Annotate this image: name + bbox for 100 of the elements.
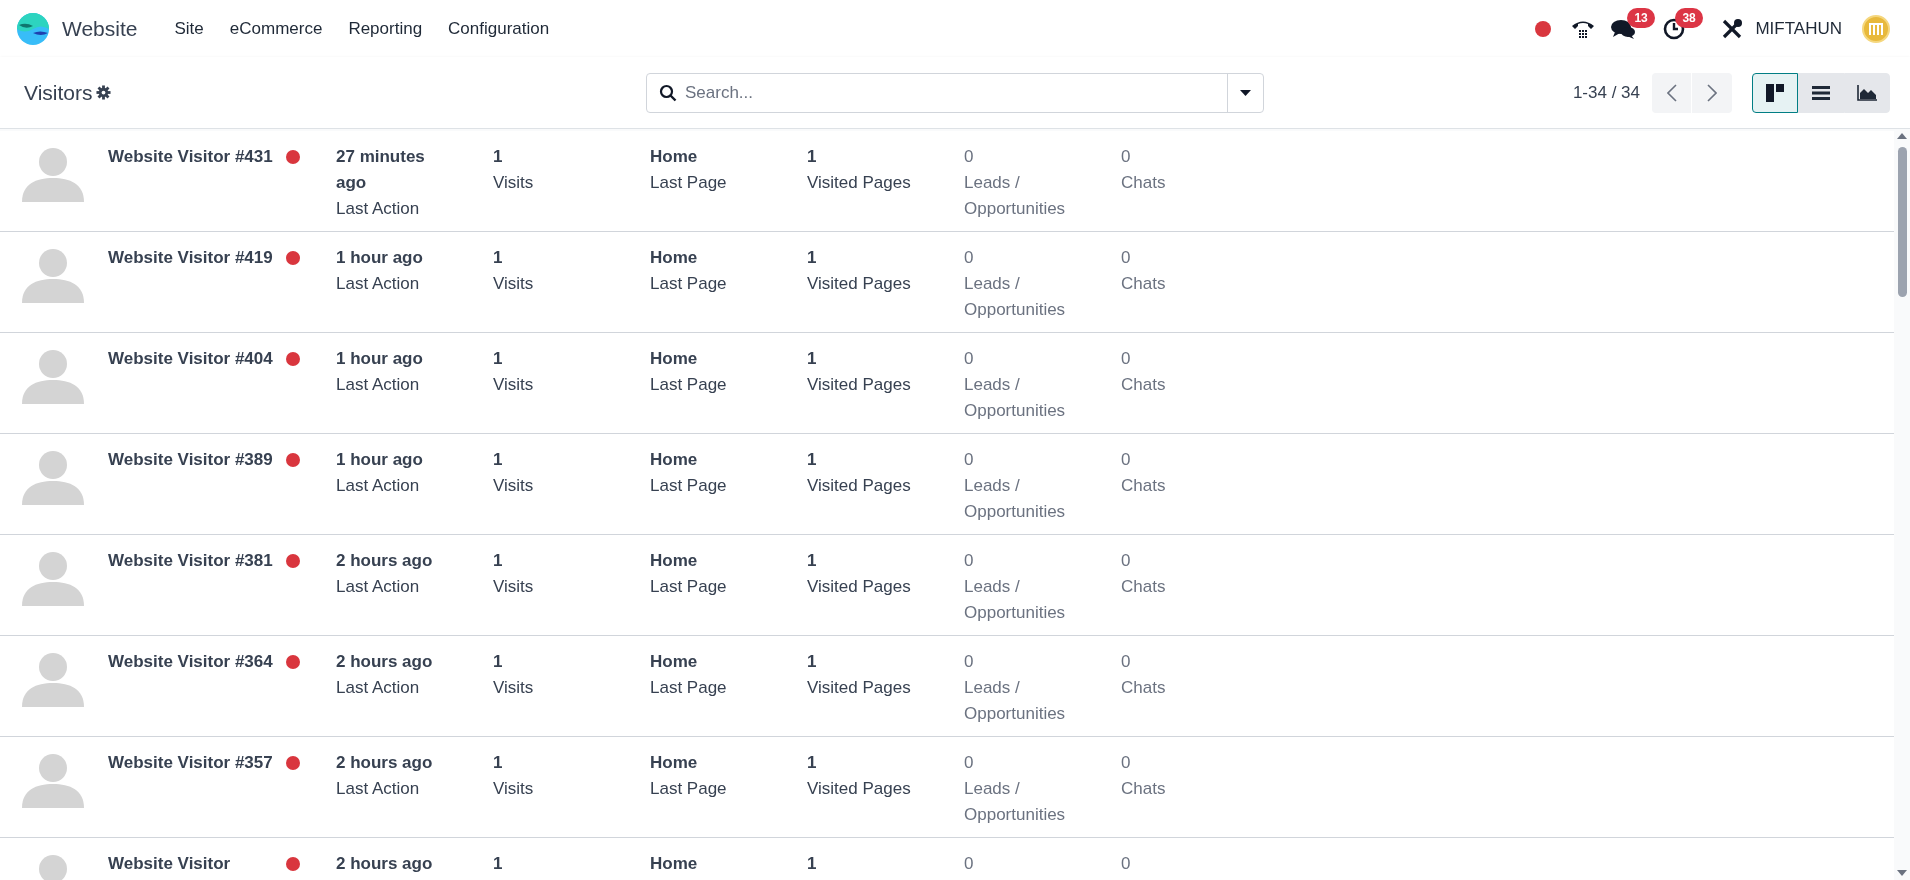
stat-label: Last Action (336, 198, 421, 220)
stat-label: Leads / Opportunities (964, 172, 1067, 220)
stat-value: 1 (493, 348, 504, 370)
stat-value: 1 (493, 752, 504, 774)
scroll-up-icon[interactable] (1897, 133, 1907, 139)
view-switch-button[interactable] (1752, 72, 1798, 113)
stat-value: 0 (1121, 853, 1132, 875)
search-input[interactable]: Search... (685, 79, 1227, 106)
stat-value: 1 (807, 550, 818, 572)
list-icon (1812, 85, 1830, 100)
tools-icon[interactable] (1721, 17, 1744, 40)
stat-value: 0 (1121, 348, 1132, 370)
stat-value: 27 minutes ago (336, 146, 426, 194)
visitor-name: Website Visitor #419 (108, 247, 274, 269)
stat-value: 1 (493, 550, 504, 572)
stat-value: Home (650, 550, 699, 572)
stat-label: Last Action (336, 677, 421, 699)
stat-label: Last Action (336, 475, 421, 497)
stat-label: Last Page (650, 778, 728, 800)
app-logo-icon (16, 11, 50, 46)
stat-label: Last Page (650, 374, 728, 396)
scrollbar-thumb[interactable] (1897, 147, 1907, 297)
visitor-card[interactable]: Website Visitor #389 1 hour ago Last Action 1 Visits Home Last Page 1 Visited Pages 0 Leads / Opportunities 0 Chats (0, 434, 1894, 535)
stat-value: 1 hour ago (336, 348, 424, 370)
visitor-card[interactable]: Website Visitor #381 2 hours ago Last Action 1 Visits Home Last Page 1 Visited Pages 0 Leads / Opportunities 0 Chats (0, 535, 1894, 636)
stat-value: 0 (964, 146, 975, 168)
notification-badge: 13 (1627, 7, 1655, 28)
visitor-card[interactable]: Website Visitor #431 27 minutes ago Last Action 1 Visits Home Last Page 1 Visited Pages 0 Leads / Opportunities 0 Chats (0, 131, 1894, 232)
stat-value: 1 hour ago (336, 247, 424, 269)
visitor-name: Website Visitor #381 (108, 550, 274, 572)
stat-value: Home (650, 449, 699, 471)
stat-value: 0 (964, 550, 975, 572)
stat-label: Visits (493, 475, 535, 497)
stat-value: Home (650, 651, 699, 673)
stat-value: 1 (807, 449, 818, 471)
stat-value: 1 (807, 752, 818, 774)
stat-value: 0 (1121, 550, 1132, 572)
menu-item[interactable]: eCommerce (216, 11, 336, 46)
stat-label: Visited Pages (807, 273, 912, 295)
stat-label: Last Page (650, 677, 728, 699)
stat-label: Visits (493, 576, 535, 598)
stat-label: Chats (1121, 576, 1167, 598)
stat-label: Leads / Opportunities (964, 576, 1067, 624)
stat-label: Last Action (336, 576, 421, 598)
menu-item[interactable]: Site (161, 11, 217, 46)
stat-label: Leads / Opportunities (964, 374, 1067, 422)
stat-value: Home (650, 348, 699, 370)
notification-badge: 38 (1675, 7, 1703, 28)
visitor-card[interactable]: Website Visitor #404 1 hour ago Last Action 1 Visits Home Last Page 1 Visited Pages 0 Leads / Opportunities 0 Chats (0, 333, 1894, 434)
stat-value: 0 (964, 853, 975, 875)
chevron-right-icon (1707, 83, 1717, 102)
page-title: Visitors (24, 79, 93, 106)
search-icon (659, 83, 677, 102)
stat-label: Visits (493, 778, 535, 800)
stat-value: 1 (493, 247, 504, 269)
menu-item[interactable]: Reporting (335, 11, 436, 46)
chevron-left-icon (1666, 83, 1677, 102)
stat-label: Visited Pages (807, 677, 912, 699)
scroll-down-icon[interactable] (1897, 870, 1907, 876)
visitor-card[interactable]: Website Visitor #357 2 hours ago Last Action 1 Visits Home Last Page 1 Visited Pages 0 Leads / Opportunities 0 Chats (0, 737, 1894, 838)
stat-label: Last Action (336, 778, 421, 800)
search-field[interactable]: Search... (646, 72, 1264, 113)
stat-value: 1 hour ago (336, 449, 424, 471)
user-name[interactable]: MIFTAHUN (1755, 15, 1842, 42)
stat-value: 1 (807, 146, 818, 168)
area-chart-icon (1857, 84, 1877, 101)
stat-label: Last Action (336, 273, 421, 295)
stat-value: 1 (807, 853, 818, 875)
avatar-letter-icon (1869, 22, 1883, 35)
stat-label: Chats (1121, 475, 1167, 497)
stat-label: Chats (1121, 374, 1167, 396)
stat-value: 1 (807, 247, 818, 269)
stat-value: 1 (807, 651, 818, 673)
stat-label: Visited Pages (807, 778, 912, 800)
visitor-name: Website Visitor #431 (108, 146, 274, 168)
stat-label: Last Page (650, 475, 728, 497)
visitor-card[interactable]: Website Visitor #364 2 hours ago Last Action 1 Visits Home Last Page 1 Visited Pages 0 Leads / Opportunities 0 Chats (0, 636, 1894, 737)
stat-label: Visits (493, 273, 535, 295)
stat-label: Visited Pages (807, 475, 912, 497)
visitor-card[interactable]: Website Visitor 2 hours ago 1 Home 1 0 0 (0, 838, 1894, 880)
stat-value: 1 (493, 853, 504, 875)
stat-value: Home (650, 247, 699, 269)
stat-value: 0 (964, 348, 975, 370)
stat-value: 0 (1121, 651, 1132, 673)
stat-label: Visits (493, 374, 535, 396)
stat-label: Visits (493, 677, 535, 699)
stat-label: Leads / Opportunities (964, 778, 1067, 826)
stat-label: Last Page (650, 172, 728, 194)
app-name[interactable]: Website (62, 12, 138, 45)
stat-value: 0 (1121, 247, 1132, 269)
settings-icon[interactable] (96, 85, 112, 100)
stat-value: 0 (964, 247, 975, 269)
menu-item[interactable]: Configuration (435, 11, 563, 46)
visitor-name: Website Visitor #364 (108, 651, 274, 673)
visitor-name: Website Visitor #389 (108, 449, 274, 471)
pager-value[interactable]: 1-34 / 34 (1572, 79, 1640, 106)
caret-icon (1240, 89, 1251, 96)
stat-value: 2 hours ago (336, 752, 434, 774)
visitor-card[interactable]: Website Visitor #419 1 hour ago Last Action 1 Visits Home Last Page 1 Visited Pages 0 Leads / Opportunities 0 Chats (0, 232, 1894, 333)
stat-value: Home (650, 853, 699, 875)
